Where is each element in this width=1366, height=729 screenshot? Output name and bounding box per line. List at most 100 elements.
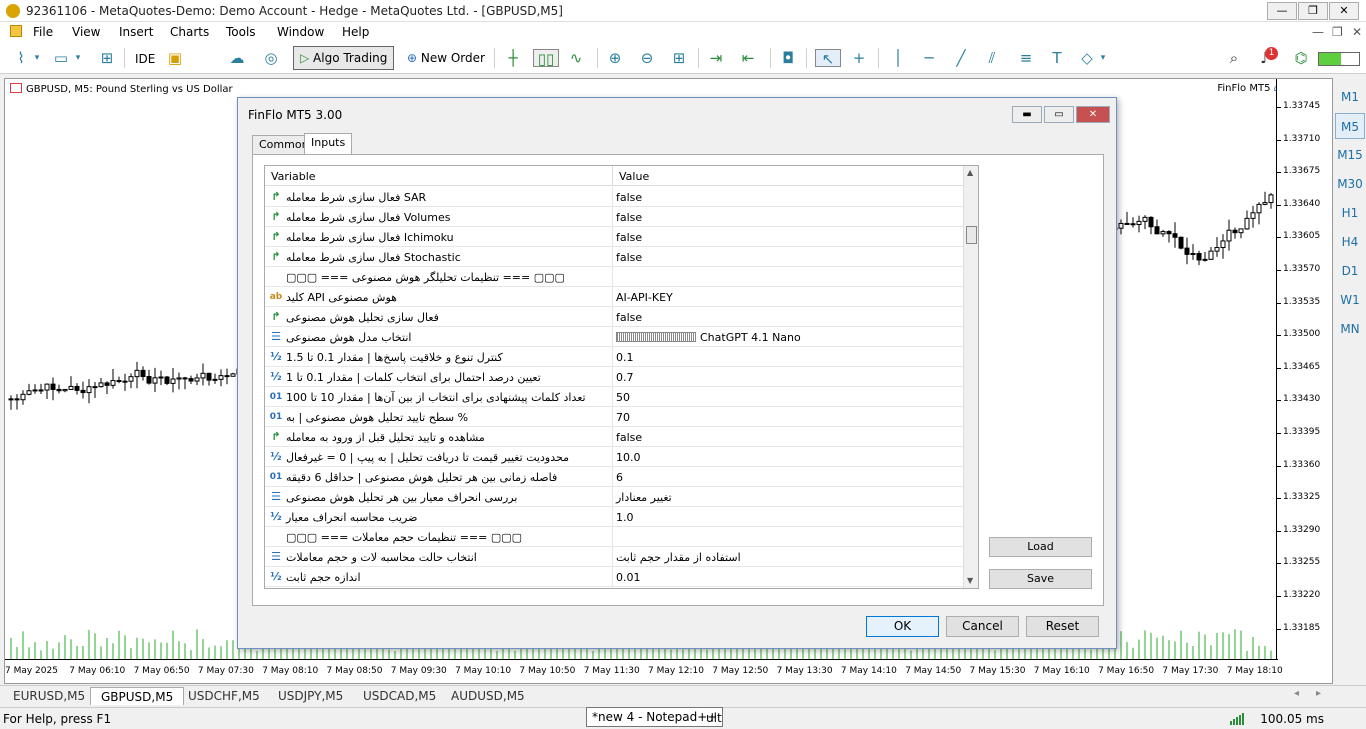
menu-insert[interactable]: Insert bbox=[119, 25, 153, 39]
chevron-down-icon[interactable]: ▾ bbox=[32, 49, 42, 67]
symbol-tab[interactable]: USDCHF,M5 bbox=[178, 687, 270, 705]
chevron-down-icon[interactable]: ▾ bbox=[73, 49, 83, 67]
text-icon[interactable]: T bbox=[1048, 49, 1066, 67]
input-row[interactable]: ↱ مشاهده و تایید تحلیل قبل از ورود به معا… bbox=[265, 427, 963, 447]
input-value[interactable]: AI-API-KEY bbox=[616, 291, 673, 304]
input-row[interactable]: ab کلید API هوش مصنوعی AI-API-KEY bbox=[265, 287, 963, 307]
input-row[interactable]: ½ اندازه حجم ثابت 0.01 bbox=[265, 567, 963, 587]
timeframe-d1[interactable]: D1 bbox=[1335, 258, 1365, 284]
chevron-down-icon[interactable]: ▾ bbox=[1098, 49, 1108, 67]
algo-trading-button[interactable]: ▷ Algo Trading bbox=[293, 46, 395, 70]
reset-button[interactable]: Reset bbox=[1026, 616, 1099, 637]
menu-restore-icon[interactable]: ❐ bbox=[1332, 25, 1343, 39]
input-value[interactable]: false bbox=[616, 231, 642, 244]
input-row[interactable]: ½ محدودیت تغییر قیمت تا دریافت تحلیل | به… bbox=[265, 447, 963, 467]
dialog-close-button[interactable]: ✕ bbox=[1076, 106, 1110, 123]
scroll-down-icon[interactable]: ▼ bbox=[967, 576, 973, 585]
column-variable[interactable]: Variable bbox=[271, 170, 316, 183]
menu-file[interactable]: File bbox=[33, 25, 53, 39]
input-row[interactable]: ↱ فعال سازی شرط معامله Ichimoku false bbox=[265, 227, 963, 247]
input-row[interactable]: ↱ فعال سازی شرط معامله Stochastic false bbox=[265, 247, 963, 267]
input-row[interactable]: 01 سطح تایید تحلیل هوش مصنوعی | به % 70 bbox=[265, 407, 963, 427]
input-value[interactable]: 70 bbox=[616, 411, 630, 424]
input-value[interactable]: 0.01 bbox=[616, 571, 641, 584]
input-value[interactable]: false bbox=[616, 251, 642, 264]
tabs-left-arrow-icon[interactable]: ◂ bbox=[1294, 688, 1299, 699]
input-value[interactable]: 0.1 bbox=[616, 351, 634, 364]
menu-help[interactable]: Help bbox=[342, 25, 369, 39]
autoscroll-icon[interactable]: ⇥ bbox=[707, 49, 725, 67]
timeframe-m1[interactable]: M1 bbox=[1335, 84, 1365, 110]
tab-inputs[interactable]: Inputs bbox=[304, 133, 353, 155]
close-button[interactable]: ✕ bbox=[1329, 2, 1359, 20]
ok-button[interactable]: OK bbox=[866, 616, 939, 637]
symbol-tab[interactable]: GBPUSD,M5 bbox=[90, 687, 185, 705]
line-chart-icon[interactable]: ∿ bbox=[567, 49, 585, 67]
signals-icon[interactable]: ◎ bbox=[262, 49, 280, 67]
symbol-tab[interactable]: USDCAD,M5 bbox=[353, 687, 446, 705]
input-value[interactable]: 0.7 bbox=[616, 371, 634, 384]
vertical-line-icon[interactable]: │ bbox=[889, 49, 907, 67]
input-value[interactable]: false bbox=[616, 431, 642, 444]
crosshair-icon[interactable]: + bbox=[850, 49, 868, 67]
save-button[interactable]: Save bbox=[989, 569, 1092, 589]
menu-minimize-icon[interactable]: — bbox=[1312, 25, 1324, 39]
menu-view[interactable]: View bbox=[72, 25, 100, 39]
channel-icon[interactable]: ⫽ bbox=[983, 49, 1001, 67]
tabs-right-arrow-icon[interactable]: ▸ bbox=[1316, 688, 1321, 699]
screenshot-icon[interactable]: ◘ bbox=[779, 49, 797, 67]
input-row[interactable]: ½ ضریب محاسبه انحراف معیار 1.0 bbox=[265, 507, 963, 527]
symbol-tab[interactable]: AUDUSD,M5 bbox=[441, 687, 535, 705]
cancel-button[interactable]: Cancel bbox=[946, 616, 1019, 637]
input-row[interactable]: ☰ بررسی انحراف معیار بین هر تحلیل هوش مصن… bbox=[265, 487, 963, 507]
minimize-button[interactable]: — bbox=[1267, 2, 1297, 20]
scroll-thumb[interactable] bbox=[966, 226, 977, 244]
menu-window[interactable]: Window bbox=[277, 25, 324, 39]
symbol-tab[interactable]: EURUSD,M5 bbox=[3, 687, 95, 705]
chart-template-icon[interactable]: ▭ bbox=[52, 49, 70, 67]
dialog-minimize-button[interactable]: ▬ bbox=[1012, 106, 1042, 123]
scroll-up-icon[interactable]: ▲ bbox=[967, 168, 973, 177]
input-row[interactable]: ½ کنترل تنوع و خلاقیت پاسخ‌ها | مقدار 0.1… bbox=[265, 347, 963, 367]
input-row[interactable]: 01 فاصله زمانی بین هر تحلیل هوش مصنوعی | … bbox=[265, 467, 963, 487]
input-row[interactable]: ▢▢▢ === تنظیمات حجم معاملات === ▢▢▢ bbox=[265, 527, 963, 547]
cloud-icon[interactable]: ☁ bbox=[228, 49, 246, 67]
new-order-button[interactable]: ⊕ New Order bbox=[400, 46, 492, 70]
timeframe-h4[interactable]: H4 bbox=[1335, 229, 1365, 255]
timeframe-m5[interactable]: M5 bbox=[1335, 113, 1365, 139]
input-value[interactable]: 1.0 bbox=[616, 511, 634, 524]
zoom-out-icon[interactable]: ⊖ bbox=[638, 49, 656, 67]
input-value[interactable]: 50 bbox=[616, 391, 630, 404]
timeframe-mn[interactable]: MN bbox=[1335, 316, 1365, 342]
shapes-icon[interactable]: ◇ bbox=[1078, 49, 1096, 67]
grid-scrollbar[interactable]: ▲ ▼ bbox=[963, 166, 978, 588]
chart-type-icon[interactable]: ⌇ bbox=[12, 49, 30, 67]
restore-button[interactable]: ❐ bbox=[1298, 2, 1328, 20]
timeframe-m30[interactable]: M30 bbox=[1335, 171, 1365, 197]
menu-close-icon[interactable]: ✕ bbox=[1352, 25, 1362, 39]
input-value[interactable]: false bbox=[616, 211, 642, 224]
menu-charts[interactable]: Charts bbox=[170, 25, 209, 39]
input-row[interactable]: ↱ فعال سازی تحلیل هوش مصنوعی false bbox=[265, 307, 963, 327]
cursor-icon[interactable]: ↖ bbox=[815, 49, 841, 68]
bar-chart-icon[interactable]: ┼ bbox=[504, 49, 522, 67]
input-row[interactable]: ↱ فعال سازی شرط معامله Volumes false bbox=[265, 207, 963, 227]
ide-button[interactable]: IDE bbox=[128, 47, 162, 71]
menu-tools[interactable]: Tools bbox=[226, 25, 256, 39]
input-value[interactable]: false bbox=[616, 311, 642, 324]
chart-shift-icon[interactable]: ⇤ bbox=[739, 49, 757, 67]
input-row[interactable]: ↱ فعال سازی شرط معامله SAR false bbox=[265, 187, 963, 207]
timeframe-m15[interactable]: M15 bbox=[1335, 142, 1365, 168]
input-value[interactable]: 6 bbox=[616, 471, 623, 484]
column-value[interactable]: Value bbox=[619, 170, 649, 183]
input-row[interactable]: ½ تعیین درصد احتمال برای انتخاب کلمات | م… bbox=[265, 367, 963, 387]
input-row[interactable]: ☰ انتخاب مدل هوش مصنوعی ChatGPT 4.1 Nano bbox=[265, 327, 963, 347]
timeframe-h1[interactable]: H1 bbox=[1335, 200, 1365, 226]
load-button[interactable]: Load bbox=[989, 537, 1092, 557]
dialog-maximize-button[interactable]: ▭ bbox=[1044, 106, 1074, 123]
input-value[interactable]: ChatGPT 4.1 Nano bbox=[616, 331, 801, 344]
tile-windows-icon[interactable]: ⊞ bbox=[670, 49, 688, 67]
input-value[interactable]: استفاده از مقدار حجم ثابت bbox=[616, 551, 741, 564]
lock-icon[interactable]: ▣ bbox=[166, 49, 184, 67]
input-value[interactable]: تغییر معنادار bbox=[616, 491, 672, 504]
